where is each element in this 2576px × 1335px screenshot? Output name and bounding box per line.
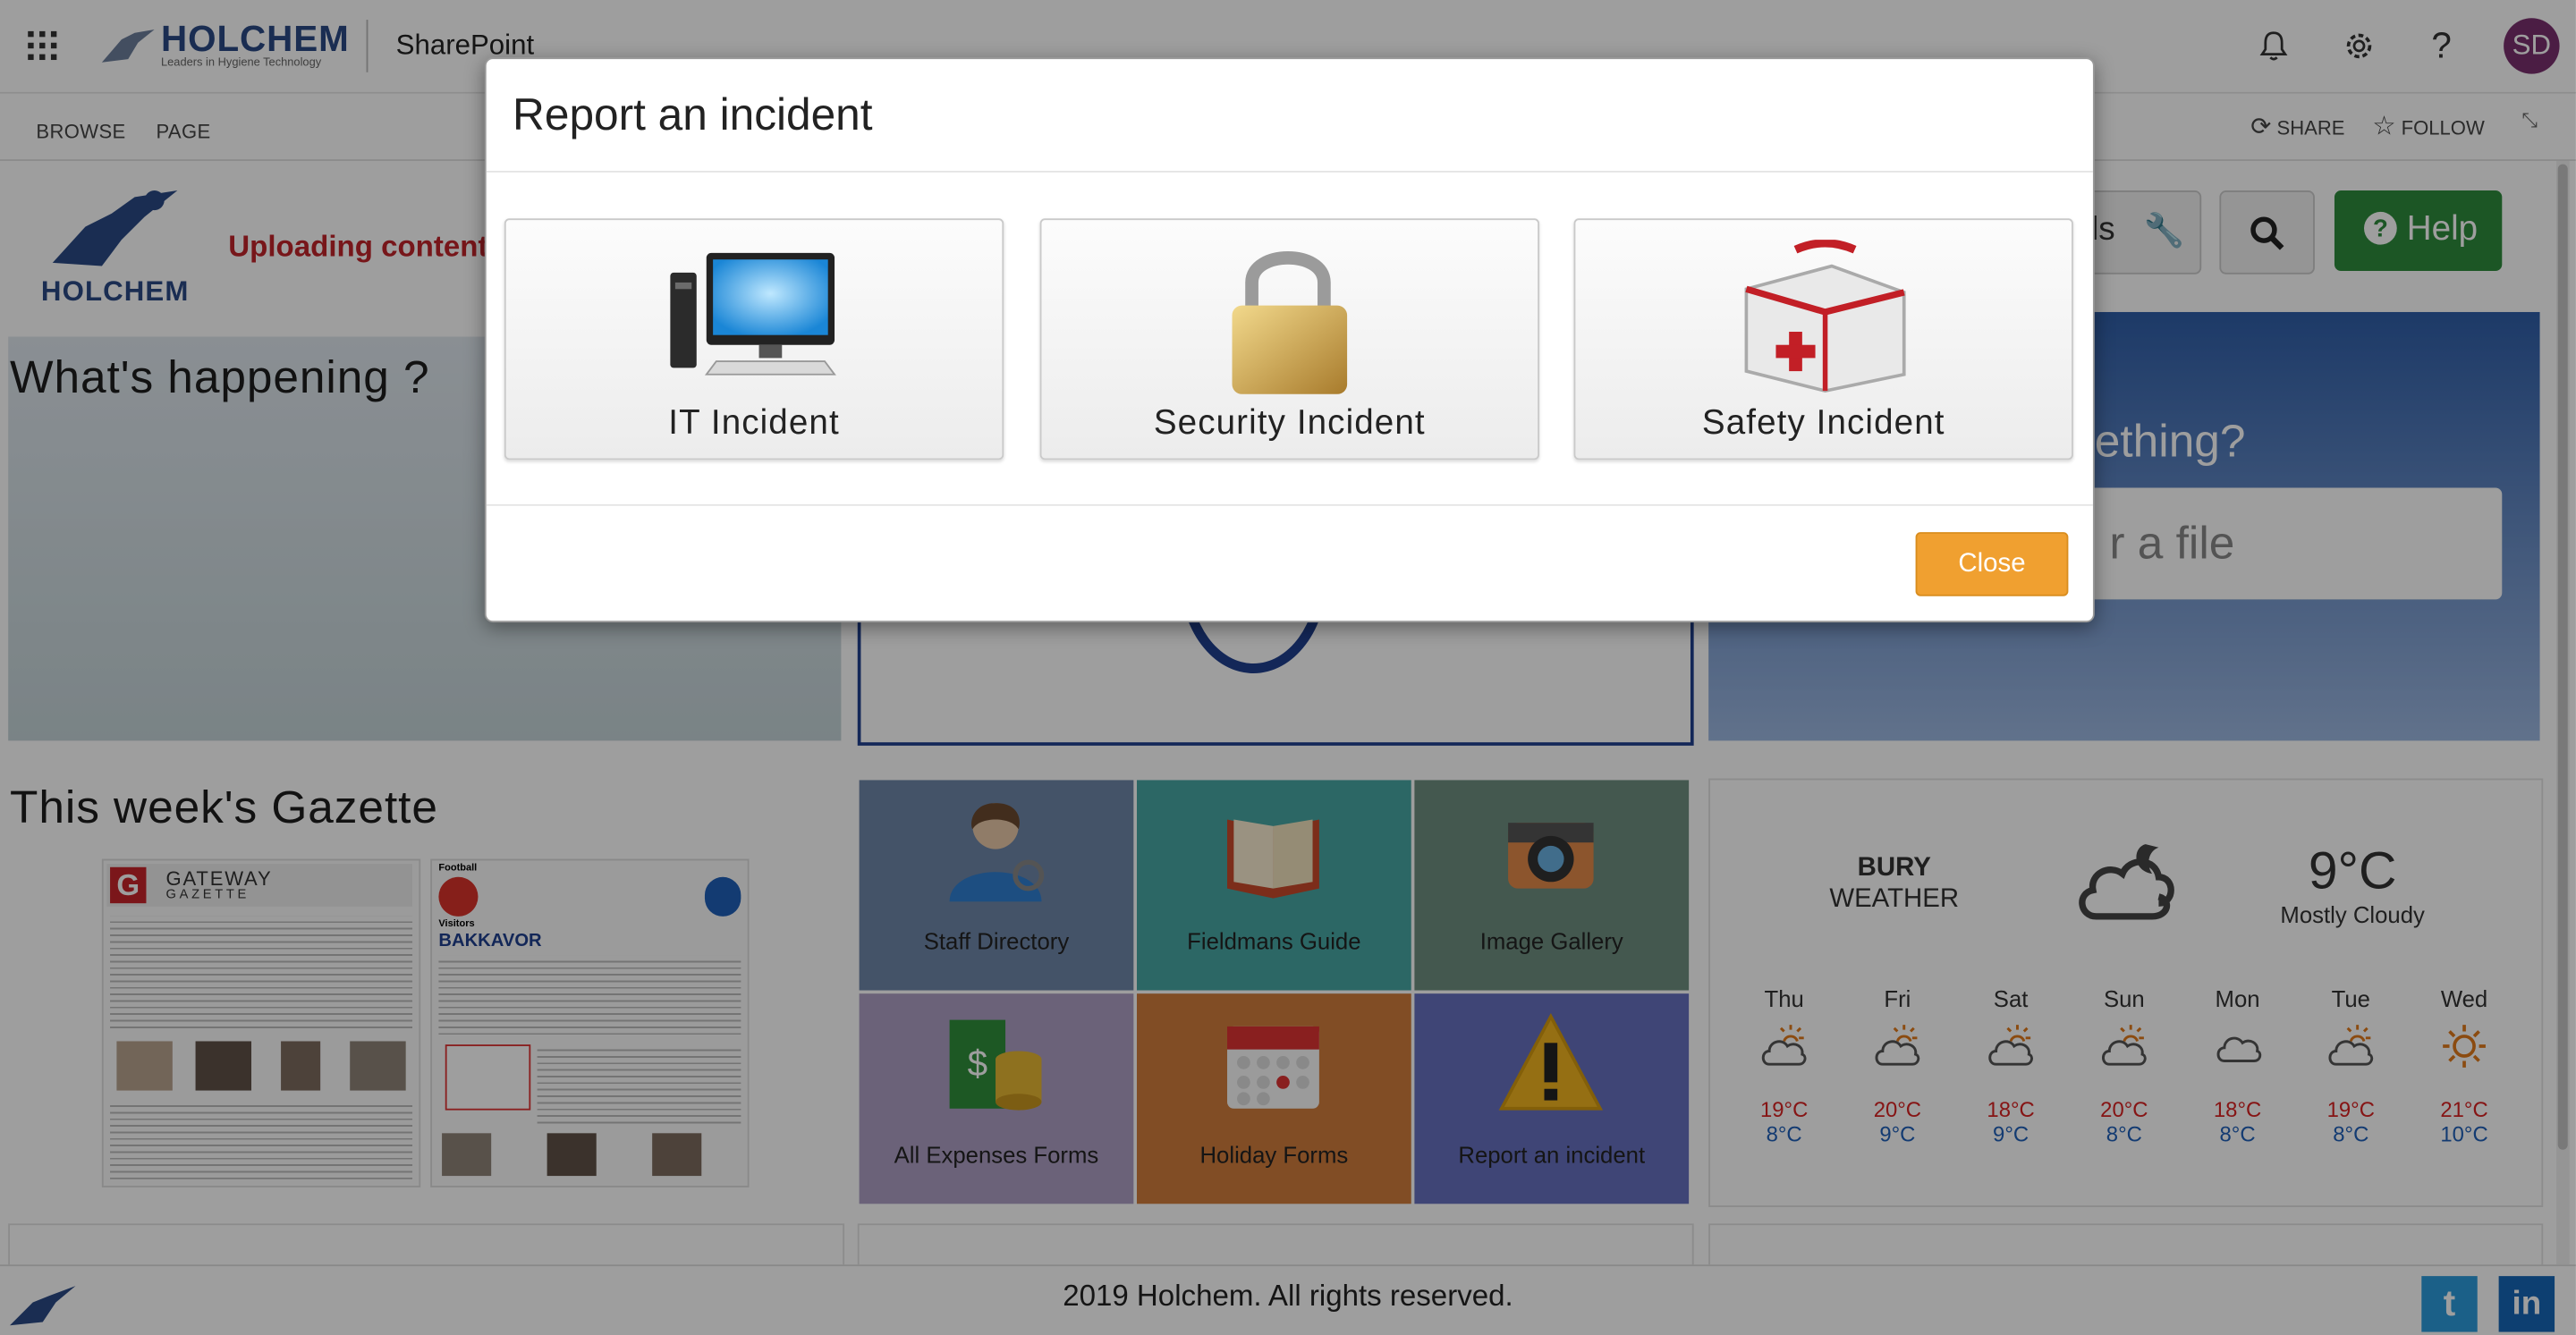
first-aid-kit-icon (1744, 240, 1906, 393)
security-incident-option[interactable]: Security Incident (1039, 218, 1539, 460)
padlock-icon (1232, 251, 1348, 394)
close-button[interactable]: Close (1915, 532, 2069, 596)
security-incident-label: Security Incident (1153, 403, 1426, 443)
it-incident-label: IT Incident (668, 403, 840, 443)
it-incident-option[interactable]: IT Incident (504, 218, 1004, 460)
report-incident-dialog: Report an incident IT Incident Security … (484, 57, 2095, 623)
computer-icon (670, 252, 836, 376)
dialog-title: Report an incident (513, 90, 873, 140)
page: HOLCHEM Leaders in Hygiene Technology Sh… (0, 0, 2576, 1335)
safety-incident-label: Safety Incident (1701, 403, 1945, 443)
close-button-label: Close (1958, 550, 2026, 579)
dialog-header-divider (486, 171, 2093, 173)
dialog-footer-divider (486, 503, 2093, 506)
safety-incident-option[interactable]: Safety Incident (1573, 218, 2073, 460)
